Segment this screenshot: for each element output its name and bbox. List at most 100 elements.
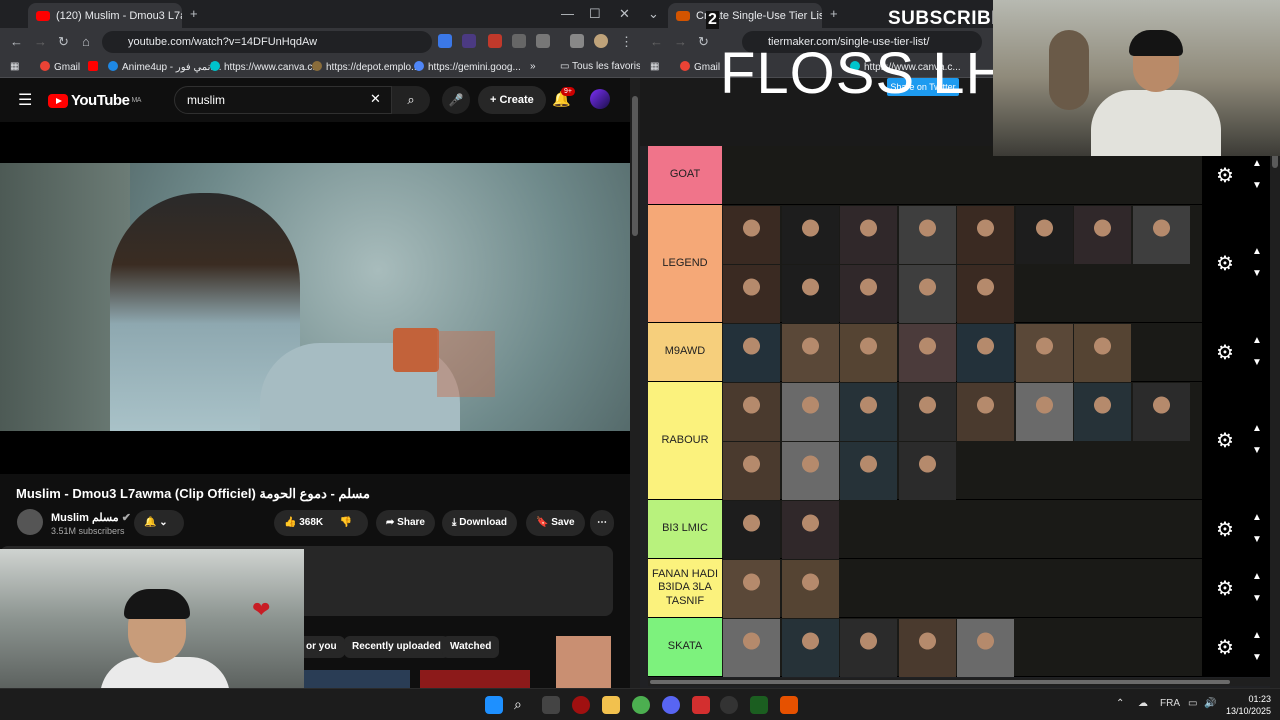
move-down-icon[interactable]: ▼	[1252, 268, 1262, 279]
gear-icon[interactable]: ⚙	[1216, 428, 1234, 453]
move-up-icon[interactable]: ▲	[1252, 246, 1262, 257]
dislike-icon[interactable]: 👎	[340, 517, 352, 528]
tier-item-image[interactable]	[1074, 324, 1131, 382]
puzzle-icon[interactable]	[536, 34, 550, 48]
channel-name[interactable]: Muslim مسلم ✔	[51, 511, 131, 524]
gear-icon[interactable]: ⚙	[1216, 635, 1234, 660]
file-explorer-icon[interactable]	[602, 696, 620, 714]
tier-item-image[interactable]	[1015, 206, 1073, 264]
subscribed-bell-button[interactable]: 🔔 ⌄	[134, 510, 184, 536]
tier-item-image[interactable]	[723, 501, 780, 559]
tier-label[interactable]: FANAN HADI B3IDA 3LA TASNIF	[648, 559, 722, 617]
more-bookmarks-icon[interactable]: »	[530, 61, 536, 72]
forward-icon[interactable]: →	[674, 34, 687, 49]
tier-item-image[interactable]	[1132, 206, 1190, 264]
url-field[interactable]: youtube.com/watch?v=14DFUnHqdAw	[102, 31, 432, 53]
tier-item-image[interactable]	[840, 442, 897, 500]
tier-item-image[interactable]	[898, 619, 956, 677]
video-frame[interactable]	[0, 163, 630, 431]
tier-item-image[interactable]	[723, 206, 780, 264]
move-up-icon[interactable]: ▲	[1252, 158, 1262, 169]
move-down-icon[interactable]: ▼	[1252, 180, 1262, 191]
bookmark-gemini[interactable]: https://gemini.goog...	[414, 61, 521, 73]
gear-icon[interactable]: ⚙	[1216, 576, 1234, 601]
extension-icon[interactable]	[438, 34, 452, 48]
tier-item-image[interactable]	[957, 324, 1014, 382]
tier-label[interactable]: SKATA	[648, 618, 722, 676]
tier-item-image[interactable]	[781, 206, 839, 264]
language-indicator[interactable]: FRA	[1160, 698, 1180, 709]
channel-avatar[interactable]	[17, 509, 43, 535]
task-view-icon[interactable]	[542, 696, 560, 714]
move-up-icon[interactable]: ▲	[1252, 335, 1262, 346]
network-icon[interactable]: ▭	[1188, 698, 1197, 709]
tier-item-image[interactable]	[1132, 383, 1190, 441]
gear-icon[interactable]: ⚙	[1216, 163, 1234, 188]
chip-recently-uploaded[interactable]: Recently uploaded	[344, 636, 449, 658]
tier-label[interactable]: BI3 LMIC	[648, 500, 722, 558]
obs-icon[interactable]	[720, 696, 738, 714]
tier-label[interactable]: LEGEND	[648, 205, 722, 322]
move-up-icon[interactable]: ▲	[1252, 630, 1262, 641]
move-up-icon[interactable]: ▲	[1252, 571, 1262, 582]
tier-item-image[interactable]	[781, 560, 839, 618]
apps-icon[interactable]: ▦	[650, 61, 659, 72]
tier-label[interactable]: RABOUR	[648, 382, 722, 499]
related-video-thumbnail[interactable]	[304, 670, 410, 688]
bookmark-gmail[interactable]: Gmail	[680, 61, 720, 73]
hamburger-menu-icon[interactable]: ☰	[18, 90, 32, 110]
apps-icon[interactable]: ▦	[10, 61, 19, 72]
search-input[interactable]: muslim	[174, 86, 392, 114]
app-icon[interactable]	[692, 696, 710, 714]
tier-item-image[interactable]	[957, 619, 1014, 677]
tier-item-image[interactable]	[781, 383, 839, 441]
tier-item-image[interactable]	[1074, 206, 1131, 264]
account-avatar[interactable]	[590, 89, 610, 109]
start-icon[interactable]	[485, 696, 503, 714]
move-down-icon[interactable]: ▼	[1252, 357, 1262, 368]
move-down-icon[interactable]: ▼	[1252, 652, 1262, 663]
tier-item-image[interactable]	[723, 383, 780, 441]
tier-item-image[interactable]	[898, 206, 956, 264]
clock[interactable]: 01:23 13/10/2025	[1226, 693, 1271, 717]
tier-item-image[interactable]	[781, 501, 839, 559]
bookmark-gmail[interactable]: Gmail	[40, 61, 80, 73]
move-up-icon[interactable]: ▲	[1252, 423, 1262, 434]
tier-label[interactable]: GOAT	[648, 146, 722, 204]
tier-item-image[interactable]	[781, 265, 839, 323]
tier-item-image[interactable]	[840, 619, 897, 677]
vertical-scrollbar[interactable]	[1270, 78, 1280, 688]
app-icon[interactable]	[750, 696, 768, 714]
search-icon[interactable]: ⌕	[514, 696, 532, 714]
tier-item-image[interactable]	[723, 324, 780, 382]
media-icon[interactable]	[570, 34, 584, 48]
tier-item-image[interactable]	[957, 265, 1014, 323]
share-button[interactable]: ➦ Share	[376, 510, 435, 536]
minimize-icon[interactable]: —	[561, 6, 574, 21]
close-window-icon[interactable]: ✕	[619, 6, 630, 22]
clear-search-icon[interactable]: ✕	[370, 91, 381, 107]
bookmark-canva[interactable]: https://www.canva.c...	[210, 61, 321, 73]
move-down-icon[interactable]: ▼	[1252, 593, 1262, 604]
tier-item-image[interactable]	[1015, 324, 1073, 382]
new-tab-icon[interactable]: +	[190, 6, 198, 21]
tier-item-image[interactable]	[723, 265, 780, 323]
move-up-icon[interactable]: ▲	[1252, 512, 1262, 523]
more-actions-button[interactable]: ⋯	[590, 510, 614, 536]
bookmark-anime[interactable]: Anime4up - انمي فور...	[108, 61, 222, 73]
tier-item-image[interactable]	[840, 383, 897, 441]
chip-watched[interactable]: Watched	[442, 636, 500, 658]
save-button[interactable]: 🔖 Save	[526, 510, 585, 536]
scroll-thumb[interactable]	[650, 680, 1230, 684]
like-count[interactable]: 368K	[299, 517, 323, 528]
chrome-icon[interactable]	[632, 696, 650, 714]
tier-item-image[interactable]	[898, 383, 956, 441]
profile-icon[interactable]	[594, 34, 608, 48]
move-down-icon[interactable]: ▼	[1252, 534, 1262, 545]
create-button[interactable]: + Create	[478, 86, 546, 114]
menu-icon[interactable]: ⋮	[620, 34, 633, 50]
back-icon[interactable]: ←	[10, 34, 23, 49]
tier-label[interactable]: M9AWD	[648, 323, 722, 381]
voice-search-button[interactable]: 🎤	[442, 86, 470, 114]
discord-icon[interactable]	[662, 696, 680, 714]
